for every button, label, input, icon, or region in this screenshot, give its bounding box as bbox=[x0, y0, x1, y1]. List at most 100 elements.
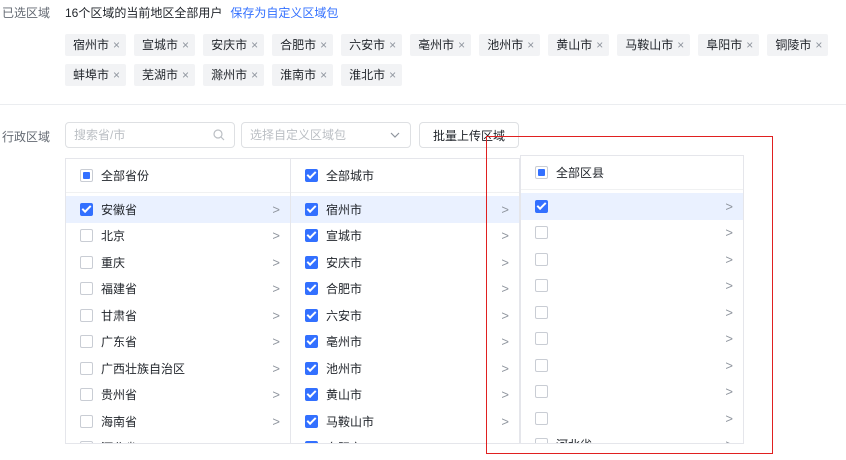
city-checkbox[interactable] bbox=[305, 282, 318, 296]
province-item[interactable]: 北京 > bbox=[66, 223, 290, 250]
city-item[interactable]: 合肥市 > bbox=[291, 276, 519, 303]
chevron-right-icon[interactable]: > bbox=[501, 202, 509, 217]
chevron-right-icon[interactable]: > bbox=[272, 440, 280, 443]
close-icon[interactable]: × bbox=[251, 64, 258, 86]
province-item[interactable]: 安徽省 > bbox=[66, 196, 290, 223]
district-checkbox[interactable] bbox=[535, 332, 548, 346]
chevron-right-icon[interactable]: > bbox=[501, 308, 509, 323]
close-icon[interactable]: × bbox=[320, 34, 327, 56]
district-item[interactable]: > bbox=[521, 299, 743, 326]
district-checkbox[interactable] bbox=[535, 411, 548, 425]
close-icon[interactable]: × bbox=[113, 34, 120, 56]
close-icon[interactable]: × bbox=[815, 34, 822, 56]
province-item[interactable]: 海南省 > bbox=[66, 408, 290, 435]
city-checkbox[interactable] bbox=[305, 388, 318, 402]
chevron-right-icon[interactable]: > bbox=[272, 255, 280, 270]
chevron-right-icon[interactable]: > bbox=[725, 225, 733, 240]
chevron-right-icon[interactable]: > bbox=[725, 278, 733, 293]
chevron-right-icon[interactable]: > bbox=[272, 308, 280, 323]
city-item[interactable]: 宿州市 > bbox=[291, 196, 519, 223]
chevron-right-icon[interactable]: > bbox=[725, 252, 733, 267]
chevron-right-icon[interactable]: > bbox=[725, 384, 733, 399]
close-icon[interactable]: × bbox=[677, 34, 684, 56]
search-input[interactable] bbox=[74, 128, 212, 142]
province-checkbox[interactable] bbox=[80, 255, 93, 269]
province-checkbox[interactable] bbox=[80, 229, 93, 243]
close-icon[interactable]: × bbox=[527, 34, 534, 56]
city-checkbox[interactable] bbox=[305, 414, 318, 428]
chevron-right-icon[interactable]: > bbox=[725, 199, 733, 214]
district-checkbox[interactable] bbox=[535, 226, 548, 240]
chevron-right-icon[interactable]: > bbox=[725, 437, 733, 443]
close-icon[interactable]: × bbox=[182, 34, 189, 56]
province-item[interactable]: 广西壮族自治区 > bbox=[66, 355, 290, 382]
province-checkbox[interactable] bbox=[80, 202, 93, 216]
district-checkbox[interactable] bbox=[535, 305, 548, 319]
city-checkbox[interactable] bbox=[305, 361, 318, 375]
batch-upload-button[interactable]: 批量上传区域 bbox=[419, 122, 519, 148]
chevron-right-icon[interactable]: > bbox=[501, 414, 509, 429]
province-item[interactable]: 甘肃省 > bbox=[66, 302, 290, 329]
city-checkbox[interactable] bbox=[305, 255, 318, 269]
district-checkbox[interactable] bbox=[535, 438, 548, 443]
province-item[interactable]: 河北省 > bbox=[66, 435, 290, 443]
close-icon[interactable]: × bbox=[251, 34, 258, 56]
chevron-right-icon[interactable]: > bbox=[272, 387, 280, 402]
chevron-right-icon[interactable]: > bbox=[501, 281, 509, 296]
city-checkbox[interactable] bbox=[305, 308, 318, 322]
city-item[interactable]: 黄山市 > bbox=[291, 382, 519, 409]
chevron-right-icon[interactable]: > bbox=[501, 440, 509, 443]
chevron-right-icon[interactable]: > bbox=[501, 255, 509, 270]
city-item[interactable]: 阜阳市 > bbox=[291, 435, 519, 443]
district-panel-header[interactable]: 全部区县 bbox=[521, 156, 743, 190]
close-icon[interactable]: × bbox=[458, 34, 465, 56]
city-item[interactable]: 池州市 > bbox=[291, 355, 519, 382]
region-package-input[interactable] bbox=[250, 128, 388, 142]
chevron-right-icon[interactable]: > bbox=[272, 228, 280, 243]
chevron-right-icon[interactable]: > bbox=[272, 334, 280, 349]
province-item[interactable]: 重庆 > bbox=[66, 249, 290, 276]
chevron-right-icon[interactable]: > bbox=[725, 358, 733, 373]
district-item[interactable]: > bbox=[521, 405, 743, 432]
city-panel-header[interactable]: 全部城市 bbox=[291, 159, 519, 193]
city-item[interactable]: 宣城市 > bbox=[291, 223, 519, 250]
district-item[interactable]: > bbox=[521, 246, 743, 273]
province-checkbox[interactable] bbox=[80, 441, 93, 443]
close-icon[interactable]: × bbox=[182, 64, 189, 86]
chevron-right-icon[interactable]: > bbox=[501, 228, 509, 243]
district-item[interactable]: > bbox=[521, 379, 743, 406]
city-item[interactable]: 安庆市 > bbox=[291, 249, 519, 276]
district-checkbox[interactable] bbox=[535, 358, 548, 372]
chevron-right-icon[interactable]: > bbox=[501, 387, 509, 402]
chevron-right-icon[interactable]: > bbox=[725, 305, 733, 320]
district-item[interactable]: 河北省 > bbox=[521, 432, 743, 443]
district-item[interactable]: > bbox=[521, 326, 743, 353]
city-checkbox[interactable] bbox=[305, 441, 318, 443]
close-icon[interactable]: × bbox=[113, 64, 120, 86]
chevron-right-icon[interactable]: > bbox=[272, 414, 280, 429]
close-icon[interactable]: × bbox=[596, 34, 603, 56]
province-checkbox[interactable] bbox=[80, 282, 93, 296]
chevron-right-icon[interactable]: > bbox=[725, 331, 733, 346]
district-checkbox[interactable] bbox=[535, 385, 548, 399]
close-icon[interactable]: × bbox=[746, 34, 753, 56]
select-all-cities-checkbox[interactable] bbox=[305, 169, 318, 182]
city-checkbox[interactable] bbox=[305, 335, 318, 349]
select-all-districts-checkbox[interactable] bbox=[535, 166, 548, 179]
province-item[interactable]: 广东省 > bbox=[66, 329, 290, 356]
province-checkbox[interactable] bbox=[80, 388, 93, 402]
province-checkbox[interactable] bbox=[80, 414, 93, 428]
save-region-package-link[interactable]: 保存为自定义区域包 bbox=[230, 6, 338, 20]
district-checkbox[interactable] bbox=[535, 252, 548, 266]
region-package-select[interactable] bbox=[241, 122, 411, 148]
city-item[interactable]: 六安市 > bbox=[291, 302, 519, 329]
chevron-right-icon[interactable]: > bbox=[501, 334, 509, 349]
chevron-right-icon[interactable]: > bbox=[272, 281, 280, 296]
province-checkbox[interactable] bbox=[80, 308, 93, 322]
province-item[interactable]: 福建省 > bbox=[66, 276, 290, 303]
select-all-provinces-checkbox[interactable] bbox=[80, 169, 93, 182]
district-item[interactable]: > bbox=[521, 273, 743, 300]
district-item[interactable]: > bbox=[521, 193, 743, 220]
chevron-right-icon[interactable]: > bbox=[725, 411, 733, 426]
chevron-right-icon[interactable]: > bbox=[272, 361, 280, 376]
